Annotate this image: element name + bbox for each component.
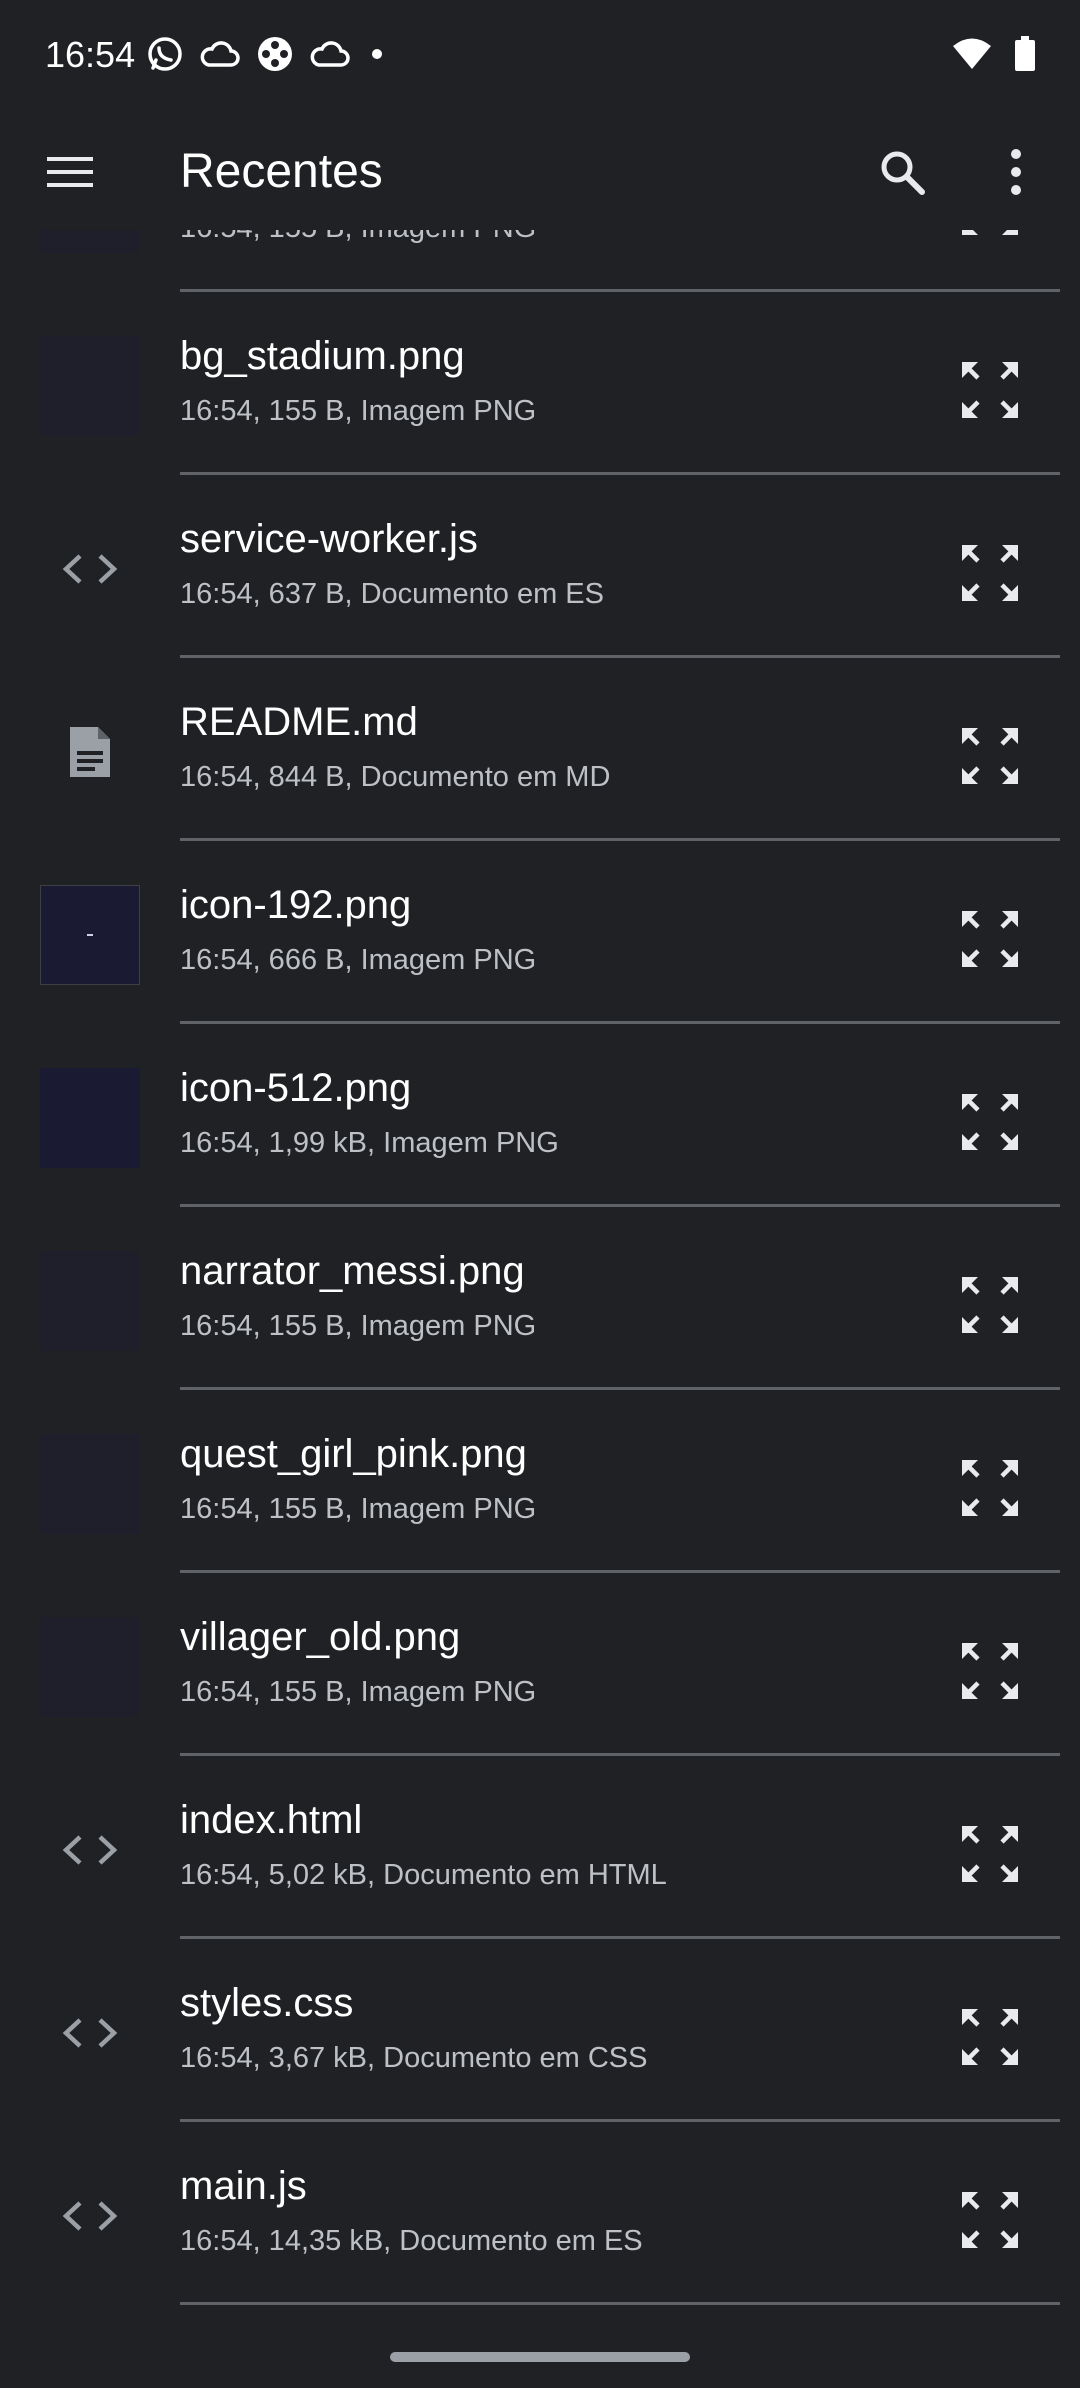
system-icons bbox=[952, 30, 1036, 78]
file-row[interactable]: icon-192.png 16:54, 666 B, Imagem PNG bbox=[0, 841, 1080, 1024]
file-meta: 16:54, 666 B, Imagem PNG bbox=[180, 944, 537, 976]
battery-icon bbox=[1015, 36, 1035, 71]
cloud-icon bbox=[310, 41, 350, 67]
file-row[interactable]: bg_school.png16:54, 155 B, Imagem PNG bbox=[0, 230, 1080, 292]
expand-icon bbox=[962, 545, 1018, 601]
expand-icon bbox=[962, 1460, 1018, 1516]
code-file-icon-wrap bbox=[40, 2166, 140, 2266]
expand-button[interactable] bbox=[950, 2180, 1030, 2260]
file-meta: 16:54, 3,67 kB, Documento em CSS bbox=[180, 2042, 648, 2074]
expand-button[interactable] bbox=[950, 1997, 1030, 2077]
code-icon bbox=[62, 1835, 118, 1865]
file-meta: 16:54, 155 B, Imagem PNG bbox=[180, 1310, 537, 1342]
code-icon bbox=[62, 2201, 118, 2231]
expand-button[interactable] bbox=[950, 1082, 1030, 1162]
file-list: bg_school.png16:54, 155 B, Imagem PNGbg_… bbox=[0, 230, 1080, 2305]
file-name: styles.css bbox=[180, 1981, 354, 2025]
image-thumbnail bbox=[40, 336, 140, 436]
notification-icons bbox=[145, 30, 389, 78]
file-row[interactable]: styles.css 16:54, 3,67 kB, Documento em C… bbox=[0, 1939, 1080, 2122]
expand-button[interactable] bbox=[950, 899, 1030, 979]
code-file-icon-wrap bbox=[40, 1983, 140, 2083]
game-icon bbox=[258, 37, 292, 71]
expand-button[interactable] bbox=[950, 1265, 1030, 1345]
expand-button[interactable] bbox=[950, 230, 1030, 247]
file-row[interactable]: service-worker.js 16:54, 637 B, Documento… bbox=[0, 475, 1080, 658]
image-thumbnail bbox=[40, 1068, 140, 1168]
file-row[interactable]: quest_girl_pink.png 16:54, 155 B, Imagem … bbox=[0, 1390, 1080, 1573]
more-vert-icon bbox=[1011, 149, 1021, 195]
file-name: bg_stadium.png bbox=[180, 334, 465, 378]
image-thumbnail bbox=[40, 1617, 140, 1717]
file-row[interactable]: narrator_messi.png 16:54, 155 B, Imagem P… bbox=[0, 1207, 1080, 1390]
status-time: 16:54 bbox=[45, 34, 136, 75]
file-name: villager_old.png bbox=[180, 1615, 461, 1659]
file-name: index.html bbox=[180, 1798, 363, 1842]
page-title: Recentes bbox=[180, 145, 383, 198]
file-name: service-worker.js bbox=[180, 517, 478, 561]
code-icon bbox=[62, 554, 118, 584]
gesture-nav-handle[interactable] bbox=[390, 2352, 690, 2362]
expand-button[interactable] bbox=[950, 350, 1030, 430]
expand-icon bbox=[962, 230, 1018, 235]
expand-button[interactable] bbox=[950, 1814, 1030, 1894]
expand-icon bbox=[962, 2192, 1018, 2248]
file-meta: 16:54, 155 B, Imagem PNG bbox=[180, 1676, 537, 1708]
image-thumbnail bbox=[40, 230, 140, 253]
whatsapp-icon bbox=[148, 37, 182, 71]
document-icon bbox=[70, 727, 110, 777]
expand-button[interactable] bbox=[950, 533, 1030, 613]
thumbnail-mark bbox=[87, 934, 93, 936]
file-meta: 16:54, 1,99 kB, Imagem PNG bbox=[180, 1127, 559, 1159]
file-name: icon-192.png bbox=[180, 883, 412, 927]
file-list-viewport[interactable]: bg_school.png16:54, 155 B, Imagem PNGbg_… bbox=[0, 230, 1080, 2388]
file-row[interactable]: README.md 16:54, 844 B, Documento em MD bbox=[0, 658, 1080, 841]
file-name: narrator_messi.png bbox=[180, 1249, 525, 1293]
search-icon bbox=[881, 151, 925, 195]
expand-icon bbox=[962, 362, 1018, 418]
hamburger-menu-icon bbox=[47, 157, 93, 187]
expand-icon bbox=[962, 1277, 1018, 1333]
expand-icon bbox=[962, 911, 1018, 967]
more-options-button[interactable] bbox=[980, 136, 1052, 208]
file-row[interactable]: main.js 16:54, 14,35 kB, Documento em ES bbox=[0, 2122, 1080, 2305]
dot-icon bbox=[372, 49, 382, 59]
file-name: icon-512.png bbox=[180, 1066, 412, 1110]
expand-button[interactable] bbox=[950, 716, 1030, 796]
code-file-icon-wrap bbox=[40, 1800, 140, 1900]
file-row[interactable]: villager_old.png 16:54, 155 B, Imagem PNG bbox=[0, 1573, 1080, 1756]
file-name: README.md bbox=[180, 700, 418, 744]
cloud-icon bbox=[200, 41, 240, 67]
document-file-icon-wrap bbox=[40, 702, 140, 802]
file-meta: 16:54, 155 B, Imagem PNG bbox=[180, 395, 537, 427]
wifi-icon bbox=[953, 38, 991, 69]
file-meta: 16:54, 14,35 kB, Documento em ES bbox=[180, 2225, 643, 2257]
file-row[interactable]: bg_stadium.png 16:54, 155 B, Imagem PNG bbox=[0, 292, 1080, 475]
expand-button[interactable] bbox=[950, 1631, 1030, 1711]
status-bar: 16:54 bbox=[0, 0, 1080, 110]
expand-icon bbox=[962, 728, 1018, 784]
expand-icon bbox=[962, 1094, 1018, 1150]
expand-button[interactable] bbox=[950, 1448, 1030, 1528]
search-button[interactable] bbox=[866, 136, 938, 208]
file-meta: 16:54, 155 B, Imagem PNG bbox=[180, 230, 536, 245]
file-row[interactable]: index.html 16:54, 5,02 kB, Documento em H… bbox=[0, 1756, 1080, 1939]
image-thumbnail bbox=[40, 885, 140, 985]
code-file-icon-wrap bbox=[40, 519, 140, 619]
file-meta: 16:54, 637 B, Documento em ES bbox=[180, 578, 604, 610]
app-bar: Recentes bbox=[0, 110, 1080, 230]
code-icon bbox=[62, 2018, 118, 2048]
menu-button[interactable] bbox=[38, 140, 102, 204]
file-meta: 16:54, 155 B, Imagem PNG bbox=[180, 1493, 537, 1525]
image-thumbnail bbox=[40, 1251, 140, 1351]
file-row[interactable]: icon-512.png 16:54, 1,99 kB, Imagem PNG bbox=[0, 1024, 1080, 1207]
image-thumbnail bbox=[40, 1434, 140, 1534]
file-name: quest_girl_pink.png bbox=[180, 1432, 527, 1476]
file-meta: 16:54, 5,02 kB, Documento em HTML bbox=[180, 1859, 667, 1891]
file-meta: 16:54, 844 B, Documento em MD bbox=[180, 761, 611, 793]
expand-icon bbox=[962, 2009, 1018, 2065]
expand-icon bbox=[962, 1643, 1018, 1699]
file-name: main.js bbox=[180, 2164, 307, 2208]
expand-icon bbox=[962, 1826, 1018, 1882]
